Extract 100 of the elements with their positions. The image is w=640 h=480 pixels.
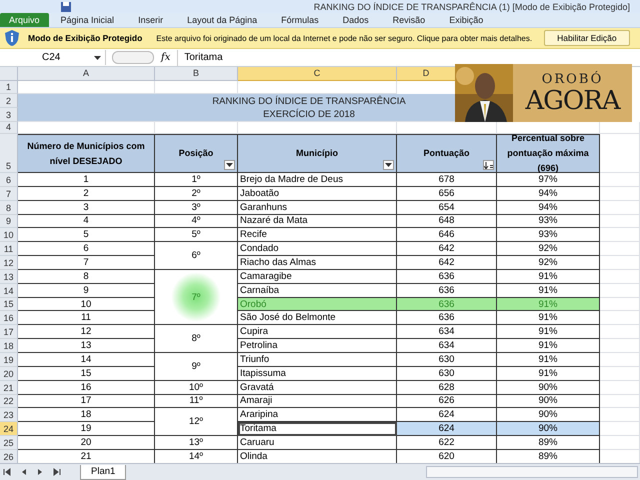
table-cell: 634 <box>397 325 497 340</box>
table-cell: 648 <box>397 214 497 228</box>
row-header[interactable]: 12 <box>0 256 18 270</box>
row-header[interactable]: 14 <box>0 284 18 298</box>
table-cell: Condado <box>238 242 397 256</box>
row-header[interactable]: 3 <box>0 108 18 122</box>
table-cell: 1 <box>18 173 155 187</box>
table-cell: Garanhuns <box>238 200 397 215</box>
row-header[interactable]: 26 <box>0 450 18 464</box>
position-cell: 7º <box>192 292 200 303</box>
table-cell: 90% <box>497 380 600 394</box>
protected-view-message: Este arquivo foi originado de um local da Internet e pode não ser seguro. Clique para obter mais detalhes. <box>156 34 532 42</box>
table-cell: 91% <box>497 311 600 326</box>
table-cell: 634 <box>397 339 497 353</box>
row-header[interactable]: 18 <box>0 339 18 353</box>
table-cell: 94% <box>497 186 600 201</box>
dropdown-icon <box>94 56 101 60</box>
row-header[interactable]: 10 <box>0 228 18 242</box>
table-cell: 17 <box>18 394 155 408</box>
empty-cell <box>600 352 640 367</box>
table-cell: 92% <box>497 242 600 256</box>
table-cell: São José do Belmonte <box>238 311 397 326</box>
table-cell: 9 <box>18 284 155 298</box>
formula-grip[interactable] <box>112 51 154 64</box>
row-header[interactable]: 22 <box>0 394 18 408</box>
sheet-tab[interactable]: Plan1 <box>80 464 126 480</box>
table-cell: 16 <box>18 380 155 394</box>
sheet-title: RANKING DO ÍNDICE DE TRANSPARÊNCIA <box>212 94 406 108</box>
column-header[interactable]: C <box>238 67 397 81</box>
row-header[interactable]: 8 <box>0 200 18 215</box>
row-header[interactable]: 5 <box>0 134 18 173</box>
column-header[interactable]: B <box>155 67 238 81</box>
row-header[interactable]: 11 <box>0 242 18 256</box>
sort-filter-button[interactable] <box>483 160 494 170</box>
ribbon-tab[interactable]: Dados <box>330 15 381 25</box>
name-box[interactable]: C24 <box>0 50 106 65</box>
position-cell: 5º <box>192 229 200 240</box>
table-cell: Toritama <box>238 422 397 436</box>
row-header[interactable]: 1 <box>0 81 18 94</box>
table-cell: Riacho das Almas <box>238 256 397 270</box>
horizontal-scrollbar[interactable] <box>426 466 638 478</box>
row-header[interactable]: 15 <box>0 298 18 312</box>
table-cell: 94% <box>497 200 600 215</box>
row-header[interactable]: 13 <box>0 270 18 284</box>
sheet-subtitle: EXERCÍCIO DE 2018 <box>263 108 355 120</box>
row-header[interactable]: 4 <box>0 122 18 134</box>
row-header[interactable]: 25 <box>0 436 18 450</box>
table-cell: 678 <box>397 173 497 187</box>
table-cell: 630 <box>397 352 497 367</box>
row-header[interactable]: 23 <box>0 408 18 422</box>
ribbon-tab[interactable]: Fórmulas <box>269 15 331 25</box>
table-cell: 89% <box>497 436 600 450</box>
ribbon-tab[interactable]: Exibição <box>437 15 496 25</box>
table-cell: Jaboatão <box>238 186 397 201</box>
position-cell: 3º <box>192 202 200 213</box>
table-cell: 642 <box>397 242 497 256</box>
table-cell: 11 <box>18 311 155 326</box>
table-cell: Triunfo <box>238 352 397 367</box>
table-cell: 630 <box>397 366 497 381</box>
empty-cell <box>600 380 640 394</box>
table-cell: Camaragibe <box>238 270 397 284</box>
position-cell: 1º <box>192 174 200 185</box>
table-cell: 91% <box>497 270 600 284</box>
column-heading: Número de Municípios com nível DESEJADO <box>18 134 155 173</box>
row-header[interactable]: 21 <box>0 380 18 394</box>
column-heading: Pontuação <box>397 134 497 173</box>
row-header[interactable]: 17 <box>0 325 18 340</box>
filter-button[interactable] <box>383 160 394 170</box>
row-header[interactable]: 20 <box>0 366 18 381</box>
ribbon-tab[interactable]: Layout da Página <box>175 15 270 25</box>
save-icon[interactable] <box>60 2 72 12</box>
table-cell: 91% <box>497 325 600 340</box>
logo-text: OROBÓ <box>542 72 604 86</box>
table-cell: 91% <box>497 298 600 312</box>
table-cell: 2 <box>18 186 155 201</box>
table-cell: 654 <box>397 200 497 215</box>
row-header[interactable]: 19 <box>0 352 18 367</box>
row-header[interactable]: 6 <box>0 173 18 187</box>
file-tab[interactable]: Arquivo <box>0 13 49 27</box>
row-header[interactable]: 16 <box>0 311 18 326</box>
ribbon-tab[interactable]: Revisão <box>380 15 438 25</box>
row-header[interactable]: 9 <box>0 214 18 228</box>
ribbon-tab[interactable]: Inserir <box>126 15 176 25</box>
table-cell: 91% <box>497 352 600 367</box>
table-cell: 624 <box>397 422 497 436</box>
column-heading: Percentual sobre pontuação máxima (696) <box>497 134 600 173</box>
row-header[interactable]: 24 <box>0 422 18 436</box>
ribbon-tab[interactable]: Página Inicial <box>48 15 126 25</box>
filter-button[interactable] <box>224 160 235 170</box>
row-header[interactable]: 2 <box>0 94 18 108</box>
row-header[interactable]: 7 <box>0 186 18 201</box>
table-cell: 12 <box>18 325 155 340</box>
column-header[interactable]: D <box>397 67 456 81</box>
table-cell: 656 <box>397 186 497 201</box>
table-cell: 8 <box>18 270 155 284</box>
enable-editing-button[interactable]: Habilitar Edição <box>544 30 630 46</box>
fx-button[interactable]: fx <box>158 52 174 63</box>
position-cell: 13º <box>188 436 204 448</box>
position-cell: 11º <box>189 395 203 406</box>
column-header[interactable]: A <box>18 67 155 81</box>
